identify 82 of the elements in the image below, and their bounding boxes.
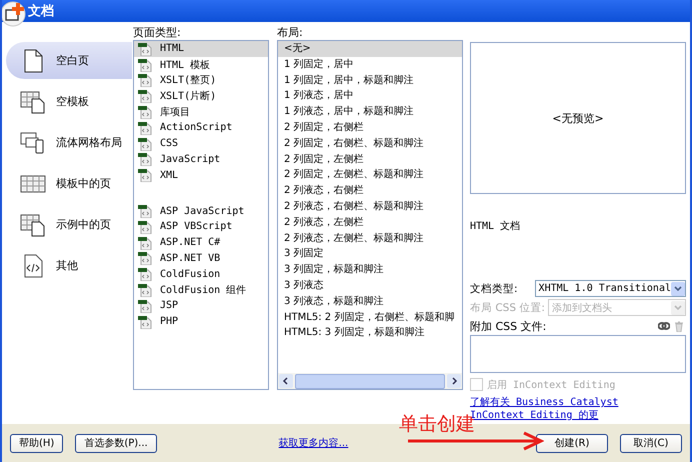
layout-item[interactable]: 1 列液态，居中: [278, 88, 462, 104]
scrollbar-thumb[interactable]: [295, 374, 445, 388]
category-item[interactable]: 流体网格布局: [6, 124, 132, 161]
file-icon: [138, 105, 152, 120]
page-type-label: 页面类型:: [133, 26, 182, 40]
layout-item[interactable]: 2 列固定，左侧栏: [278, 152, 462, 168]
file-icon: [138, 267, 152, 282]
layout-item[interactable]: 2 列液态，右侧栏、标题和脚注: [278, 198, 462, 215]
page-type-item[interactable]: XML: [134, 167, 268, 184]
trash-icon[interactable]: [674, 320, 684, 332]
page-type-item[interactable]: ActionScript: [134, 120, 268, 136]
layout-item[interactable]: 1 列固定，居中: [278, 56, 462, 73]
layout-label: 布局:: [277, 26, 304, 40]
layout-css-label: 布局 CSS 位置:: [470, 300, 546, 314]
layout-item[interactable]: 2 列固定，右侧栏、标题和脚注: [278, 136, 462, 152]
layout-item[interactable]: 3 列固定，标题和脚注: [278, 262, 462, 278]
page-type-item[interactable]: JavaScript: [134, 152, 268, 168]
page-type-item[interactable]: 库项目: [134, 104, 268, 120]
page-type-item[interactable]: ColdFusion: [134, 266, 268, 282]
file-icon: [138, 236, 152, 250]
file-icon: [138, 152, 152, 166]
file-icon: [138, 220, 152, 234]
file-icon: [138, 58, 152, 72]
category-item[interactable]: 其他: [6, 247, 132, 284]
page-type-item[interactable]: ASP VBScript: [134, 218, 268, 235]
layout-item[interactable]: 2 列固定，右侧栏: [278, 120, 462, 136]
file-icon: [138, 314, 152, 329]
window-title: 文档: [28, 2, 54, 20]
category-item[interactable]: 空模板: [6, 83, 132, 120]
page-type-item[interactable]: ASP.NET VB: [134, 250, 268, 266]
get-more-link[interactable]: 获取更多内容...: [278, 436, 348, 450]
page-type-item[interactable]: HTML 模板: [134, 56, 268, 73]
scroll-right-icon[interactable]: [447, 374, 461, 388]
category-item[interactable]: 示例中的页: [6, 206, 132, 243]
page-type-item[interactable]: ColdFusion 组件: [134, 282, 268, 298]
create-button[interactable]: 创建(R): [536, 434, 608, 452]
file-icon: [138, 298, 152, 313]
scroll-left-icon[interactable]: [279, 374, 293, 388]
layout-item[interactable]: 2 列液态，左侧栏、标题和脚注: [278, 230, 462, 246]
page-type-item[interactable]: XSLT(整页): [134, 72, 268, 88]
file-icon: [138, 204, 152, 218]
grid-page-icon: [20, 212, 46, 238]
file-icon: [138, 120, 152, 135]
preferences-button[interactable]: 首选参数(P)...: [75, 434, 157, 452]
devices-icon: [20, 130, 46, 156]
layout-item[interactable]: <无>: [278, 41, 462, 57]
page-type-item[interactable]: HTML: [134, 41, 268, 57]
cancel-button[interactable]: 取消(C): [620, 434, 682, 452]
category-item[interactable]: 空白页: [6, 42, 132, 79]
layout-item[interactable]: 3 列固定: [278, 246, 462, 262]
page-type-item[interactable]: CSS: [134, 136, 268, 152]
help-button[interactable]: 帮助(H): [10, 434, 64, 452]
layout-item[interactable]: 3 列液态: [278, 278, 462, 294]
doc-type-label: 文档类型:: [470, 282, 519, 296]
file-icon: [138, 42, 152, 56]
layout-item[interactable]: 2 列固定，左侧栏、标题和脚注: [278, 167, 462, 184]
layout-item[interactable]: 2 列液态，右侧栏: [278, 183, 462, 199]
page-type-item[interactable]: XSLT(片断): [134, 88, 268, 104]
file-icon: [138, 251, 152, 266]
layout-item[interactable]: HTML5: 2 列固定，右侧栏、标题和脚: [278, 310, 462, 326]
file-icon: [138, 168, 152, 182]
attach-css-label: 附加 CSS 文件:: [470, 318, 546, 334]
page-type-item[interactable]: ASP.NET C#: [134, 234, 268, 251]
category-item[interactable]: 模板中的页: [6, 165, 132, 202]
file-icon: [138, 136, 152, 151]
file-icon: [138, 73, 152, 88]
layout-item[interactable]: 1 列液态，居中，标题和脚注: [278, 104, 462, 120]
horizontal-scrollbar[interactable]: [278, 373, 462, 389]
file-icon: [138, 283, 152, 298]
page-type-item[interactable]: JSP: [134, 298, 268, 314]
page-type-item[interactable]: PHP: [134, 314, 268, 330]
doc-type-dropdown[interactable]: XHTML 1.0 Transitional: [534, 280, 686, 297]
layout-item[interactable]: 3 列液态，标题和脚注: [278, 294, 462, 310]
page-type-item[interactable]: ASP JavaScript: [134, 203, 268, 219]
layout-item[interactable]: HTML5: 3 列固定，标题和脚注: [278, 325, 462, 342]
layout-item[interactable]: 2 列液态，左侧栏: [278, 214, 462, 231]
file-icon: [138, 89, 152, 104]
grid-page-icon: [20, 88, 46, 114]
link-icon[interactable]: [658, 321, 670, 331]
description-text: HTML 文档: [470, 220, 522, 234]
layout-item[interactable]: 1 列固定，居中，标题和脚注: [278, 72, 462, 88]
preview-text: <无预览>: [552, 110, 604, 126]
